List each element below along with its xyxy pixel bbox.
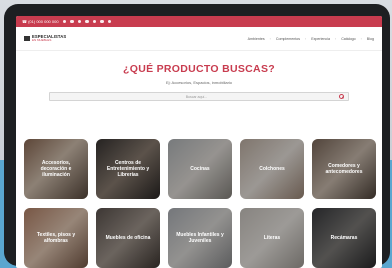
category-label: Centros de Entretenimiento y Librerías (106, 160, 150, 178)
logo-icon (24, 36, 30, 41)
nav-item-blog[interactable]: Blog (367, 37, 374, 41)
hero-section: ¿QUÉ PRODUCTO BUSCAS? Ej: Accesorios, Es… (16, 51, 382, 101)
category-label: Recámaras (330, 235, 358, 241)
logo-subtext: EN MUEBLES (32, 38, 52, 42)
category-card-infantiles[interactable]: Muebles Infantiles y Juveniles (168, 208, 232, 268)
pinterest-icon[interactable] (85, 19, 89, 24)
nav-item-ambientes[interactable]: Ambientes (248, 37, 265, 41)
nav-item-catalogo[interactable]: Catálogo (341, 37, 355, 41)
phone-number[interactable]: ☎ (01) 000 000 000 (22, 19, 59, 24)
top-bar: ☎ (01) 000 000 000 (16, 16, 382, 27)
nav-separator: › (360, 36, 362, 41)
hero-subtitle: Ej: Accesorios, Espacios, inmobiliario (165, 80, 233, 85)
category-card-textiles[interactable]: Textiles, pisos y alfombras (24, 208, 88, 268)
nav-separator: › (305, 36, 307, 41)
tablet-device: ☎ (01) 000 000 000 ESPECIALISTAS EN MUEB… (4, 4, 390, 268)
tablet-screen: ☎ (01) 000 000 000 ESPECIALISTAS EN MUEB… (16, 16, 382, 268)
site-logo[interactable]: ESPECIALISTAS EN MUEBLES (24, 34, 66, 43)
category-label: Muebles de oficina (105, 235, 151, 241)
category-label: Literas (263, 235, 281, 241)
category-grid: Accesorios, decoración e iluminación Cen… (24, 139, 376, 268)
nav-item-complementos[interactable]: Complementos (276, 37, 300, 41)
category-label: Comedores y antecomedores (325, 163, 363, 175)
category-card-centros-entretenimiento[interactable]: Centros de Entretenimiento y Librerías (96, 139, 160, 199)
nav-separator: › (269, 36, 271, 41)
whatsapp-icon[interactable] (107, 19, 112, 24)
youtube-icon[interactable] (100, 19, 104, 24)
category-card-comedores[interactable]: Comedores y antecomedores (312, 139, 376, 199)
instagram-icon[interactable] (77, 19, 82, 24)
category-label: Accesorios, decoración e iluminación (40, 160, 72, 178)
category-card-recamaras[interactable]: Recámaras (312, 208, 376, 268)
search-icon[interactable] (339, 94, 344, 99)
category-label: Textiles, pisos y alfombras (36, 232, 76, 244)
twitter-icon[interactable] (70, 19, 74, 24)
category-card-oficina[interactable]: Muebles de oficina (96, 208, 160, 268)
main-nav: Ambientes › Complementos › Experiencia ›… (248, 37, 374, 41)
site-header: ESPECIALISTAS EN MUEBLES Ambientes › Com… (16, 27, 382, 51)
linkedin-icon[interactable] (92, 19, 97, 24)
category-label: Muebles Infantiles y Juveniles (176, 232, 224, 244)
category-card-colchones[interactable]: Colchones (240, 139, 304, 199)
category-card-cocinas[interactable]: Cocinas (168, 139, 232, 199)
page-title: ¿QUÉ PRODUCTO BUSCAS? (123, 63, 275, 75)
search-bar[interactable]: Buscar aquí... (49, 92, 349, 101)
category-label: Colchones (259, 166, 285, 172)
nav-item-experiencia[interactable]: Experiencia (311, 37, 330, 41)
nav-separator: › (335, 36, 337, 41)
category-card-literas[interactable]: Literas (240, 208, 304, 268)
facebook-icon[interactable] (62, 19, 67, 24)
category-card-accesorios[interactable]: Accesorios, decoración e iluminación (24, 139, 88, 199)
search-input[interactable]: Buscar aquí... (54, 95, 339, 99)
category-label: Cocinas (190, 166, 210, 172)
